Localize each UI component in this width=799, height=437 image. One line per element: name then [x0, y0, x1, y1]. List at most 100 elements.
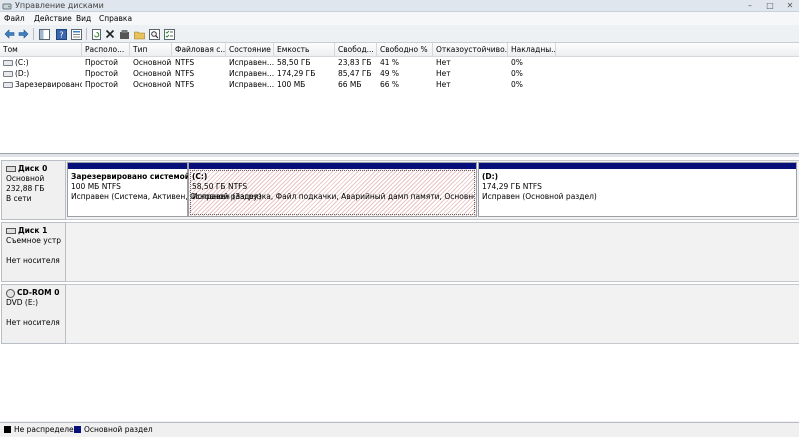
properties-icon[interactable] [70, 28, 82, 40]
volume-row[interactable]: (D:) Простой Основной NTFS Исправен... 1… [0, 68, 799, 79]
delete-icon[interactable] [104, 28, 116, 40]
back-icon[interactable] [3, 28, 15, 40]
volume-cell-name: Зарезервировано... [0, 79, 82, 90]
disk-management-icon [2, 1, 12, 11]
volume-cell-free-space: 66 МБ [338, 80, 362, 89]
disk-1-label[interactable]: Диск 1 Съемное устройство Нет носителя [1, 222, 66, 282]
forward-icon[interactable] [17, 28, 29, 40]
disk-name: CD-ROM 0 [17, 288, 60, 297]
volume-cell-layout: Простой [85, 80, 118, 89]
legend-label-primary: Основной раздел [84, 425, 153, 434]
menu-bar: Файл Действие Вид Справка [0, 12, 799, 25]
volume-cell-fault-tolerance: Нет [436, 58, 451, 67]
legend-swatch-primary [74, 426, 81, 433]
legend-swatch-unallocated [4, 426, 11, 433]
volume-cell-free-space: 23,83 ГБ [338, 58, 372, 67]
volume-cell-free-space: 85,47 ГБ [338, 69, 372, 78]
toolbar-separator [86, 28, 87, 40]
toolbar-separator [33, 28, 34, 40]
partition-d[interactable]: (D:) 174,29 ГБ NTFS Исправен (Основной р… [478, 162, 797, 217]
partition-bar [68, 163, 187, 169]
disk-type: Основной [6, 174, 45, 183]
disk-type: DVD (E:) [6, 298, 39, 307]
volume-cell-capacity: 174,29 ГБ [277, 69, 316, 78]
volume-cell-layout: Простой [85, 69, 118, 78]
column-header-percent-free[interactable]: Свободно % [377, 43, 433, 56]
title-bar: Управление дисками – □ ✕ [0, 0, 799, 12]
explore-icon[interactable] [133, 28, 145, 40]
partition-status: Исправен (Основной раздел) [482, 192, 597, 201]
partition-c[interactable]: (C:) 58,50 ГБ NTFS Исправен (Загрузка, Ф… [188, 162, 477, 217]
volume-cell-filesystem: NTFS [175, 80, 195, 89]
volume-cell-type: Основной [133, 58, 172, 67]
volume-cell-overhead: 0% [511, 69, 523, 78]
partition-status: Исправен (Система, Активен, Основной раз… [71, 192, 262, 201]
volume-cell-fault-tolerance: Нет [436, 80, 451, 89]
refresh-icon[interactable] [90, 28, 102, 40]
volume-cell-status: Исправен... [229, 58, 274, 67]
close-icon[interactable]: ✕ [781, 0, 799, 11]
partition-label: (D:) [482, 172, 499, 181]
volume-cell-percent-free: 49 % [380, 69, 400, 78]
open-icon[interactable] [118, 28, 130, 40]
cdrom-0-row [66, 284, 799, 344]
drive-icon [3, 82, 13, 88]
volume-cell-filesystem: NTFS [175, 58, 195, 67]
column-header-overhead[interactable]: Накладны... [508, 43, 556, 56]
maximize-icon[interactable]: □ [761, 0, 779, 11]
volume-cell-fault-tolerance: Нет [436, 69, 451, 78]
disk-size: 232,88 ГБ [6, 184, 45, 193]
menu-file[interactable]: Файл [4, 12, 25, 25]
removable-disk-icon [6, 228, 16, 234]
disk-state: В сети [6, 194, 32, 203]
disk-name: Диск 0 [18, 164, 48, 173]
disk-0-label[interactable]: Диск 0 Основной 232,88 ГБ В сети [1, 160, 66, 220]
help-icon[interactable]: ? [55, 28, 67, 40]
partition-size: 174,29 ГБ NTFS [482, 182, 542, 191]
column-header-capacity[interactable]: Емкость [274, 43, 335, 56]
column-header-status[interactable]: Состояние [226, 43, 274, 56]
volume-row[interactable]: Зарезервировано... Простой Основной NTFS… [0, 79, 799, 90]
column-header-fault-tolerance[interactable]: Отказоустойчиво... [433, 43, 508, 56]
disk-spacer [6, 246, 61, 256]
volume-cell-layout: Простой [85, 58, 118, 67]
volume-cell-filesystem: NTFS [175, 69, 195, 78]
volume-cell-name: (C:) [0, 57, 82, 68]
tasks-icon[interactable] [163, 28, 175, 40]
column-header-layout[interactable]: Располо... [82, 43, 130, 56]
column-header-filesystem[interactable]: Файловая с... [172, 43, 226, 56]
partition-size: 58,50 ГБ NTFS [192, 182, 248, 191]
volume-cell-overhead: 0% [511, 80, 523, 89]
volume-row[interactable]: (C:) Простой Основной NTFS Исправен... 5… [0, 57, 799, 68]
column-header-volume[interactable]: Том [0, 43, 82, 56]
volume-list: Том Располо... Тип Файловая с... Состоян… [0, 43, 799, 154]
volume-cell-status: Исправен... [229, 69, 274, 78]
volume-cell-capacity: 58,50 ГБ [277, 58, 311, 67]
disk-icon [6, 166, 16, 172]
partition-bar [479, 163, 796, 169]
volume-cell-type: Основной [133, 69, 172, 78]
menu-help[interactable]: Справка [99, 12, 132, 25]
partition-label: (C:) [192, 172, 208, 181]
volume-list-header: Том Располо... Тип Файловая с... Состоян… [0, 43, 799, 57]
cdrom-0-label[interactable]: CD-ROM 0 DVD (E:) Нет носителя [1, 284, 66, 344]
volume-cell-type: Основной [133, 80, 172, 89]
cdrom-icon [6, 288, 15, 298]
volume-cell-name: (D:) [0, 68, 82, 79]
search-icon[interactable] [148, 28, 160, 40]
minimize-icon[interactable]: – [741, 0, 759, 11]
svg-text:?: ? [59, 30, 63, 39]
volume-cell-status: Исправен... [229, 80, 274, 89]
menu-action[interactable]: Действие [34, 12, 72, 25]
legend-bar: Не распределен Основной раздел [0, 422, 799, 437]
partition-bar [189, 163, 476, 169]
column-header-free-space[interactable]: Свобод... [335, 43, 377, 56]
disk-1-row [66, 222, 799, 282]
toolbar: ? [0, 25, 799, 43]
menu-view[interactable]: Вид [76, 12, 91, 25]
column-header-type[interactable]: Тип [130, 43, 172, 56]
console-tree-icon[interactable] [38, 28, 50, 40]
drive-icon [3, 71, 13, 77]
partition-system-reserved[interactable]: Зарезервировано системой 100 МБ NTFS Исп… [67, 162, 262, 217]
disk-name: Диск 1 [18, 226, 48, 235]
